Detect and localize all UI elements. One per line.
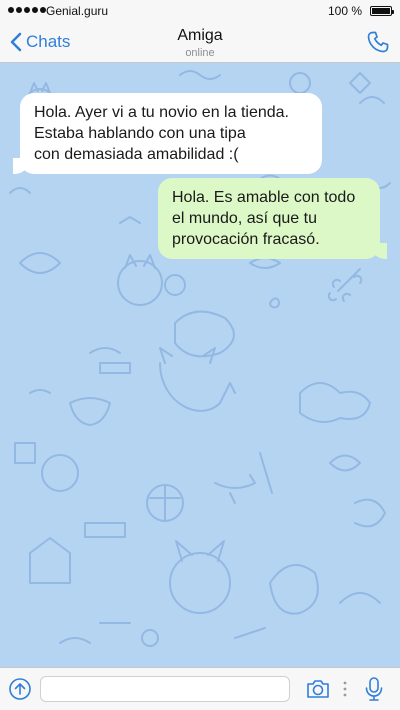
outgoing-message[interactable]: Hola. Es amable con todo el mundo, así q… xyxy=(158,178,387,259)
upload-arrow-icon[interactable] xyxy=(8,677,32,701)
camera-icon[interactable] xyxy=(305,677,331,701)
contact-status: online xyxy=(185,47,215,59)
message-input[interactable] xyxy=(40,676,290,702)
message-text: Hola. Es amable con todo el mundo, así q… xyxy=(172,189,356,248)
status-bar: Genial.guru 100 % xyxy=(0,0,400,22)
message-text: Hola. Ayer vi a tu novio en la tienda. E… xyxy=(34,104,289,163)
dots-icon xyxy=(343,681,347,697)
contact-info[interactable]: Amiga online xyxy=(0,26,400,60)
carrier-name: Genial.guru xyxy=(46,4,109,18)
battery-percentage: 100 % xyxy=(327,4,362,18)
incoming-message[interactable]: Hola. Ayer vi a tu novio en la tienda. E… xyxy=(13,93,322,174)
phone-icon[interactable] xyxy=(366,30,390,54)
chat-area[interactable]: Hola. Ayer vi a tu novio en la tienda. E… xyxy=(0,63,400,667)
battery-icon xyxy=(370,6,394,16)
message-composer xyxy=(0,667,400,710)
contact-name: Amiga xyxy=(177,27,223,44)
microphone-icon[interactable] xyxy=(363,676,385,702)
chat-header: Chats Amiga online xyxy=(0,22,400,63)
signal-strength-icon xyxy=(8,7,46,13)
battery-fill xyxy=(372,8,390,14)
